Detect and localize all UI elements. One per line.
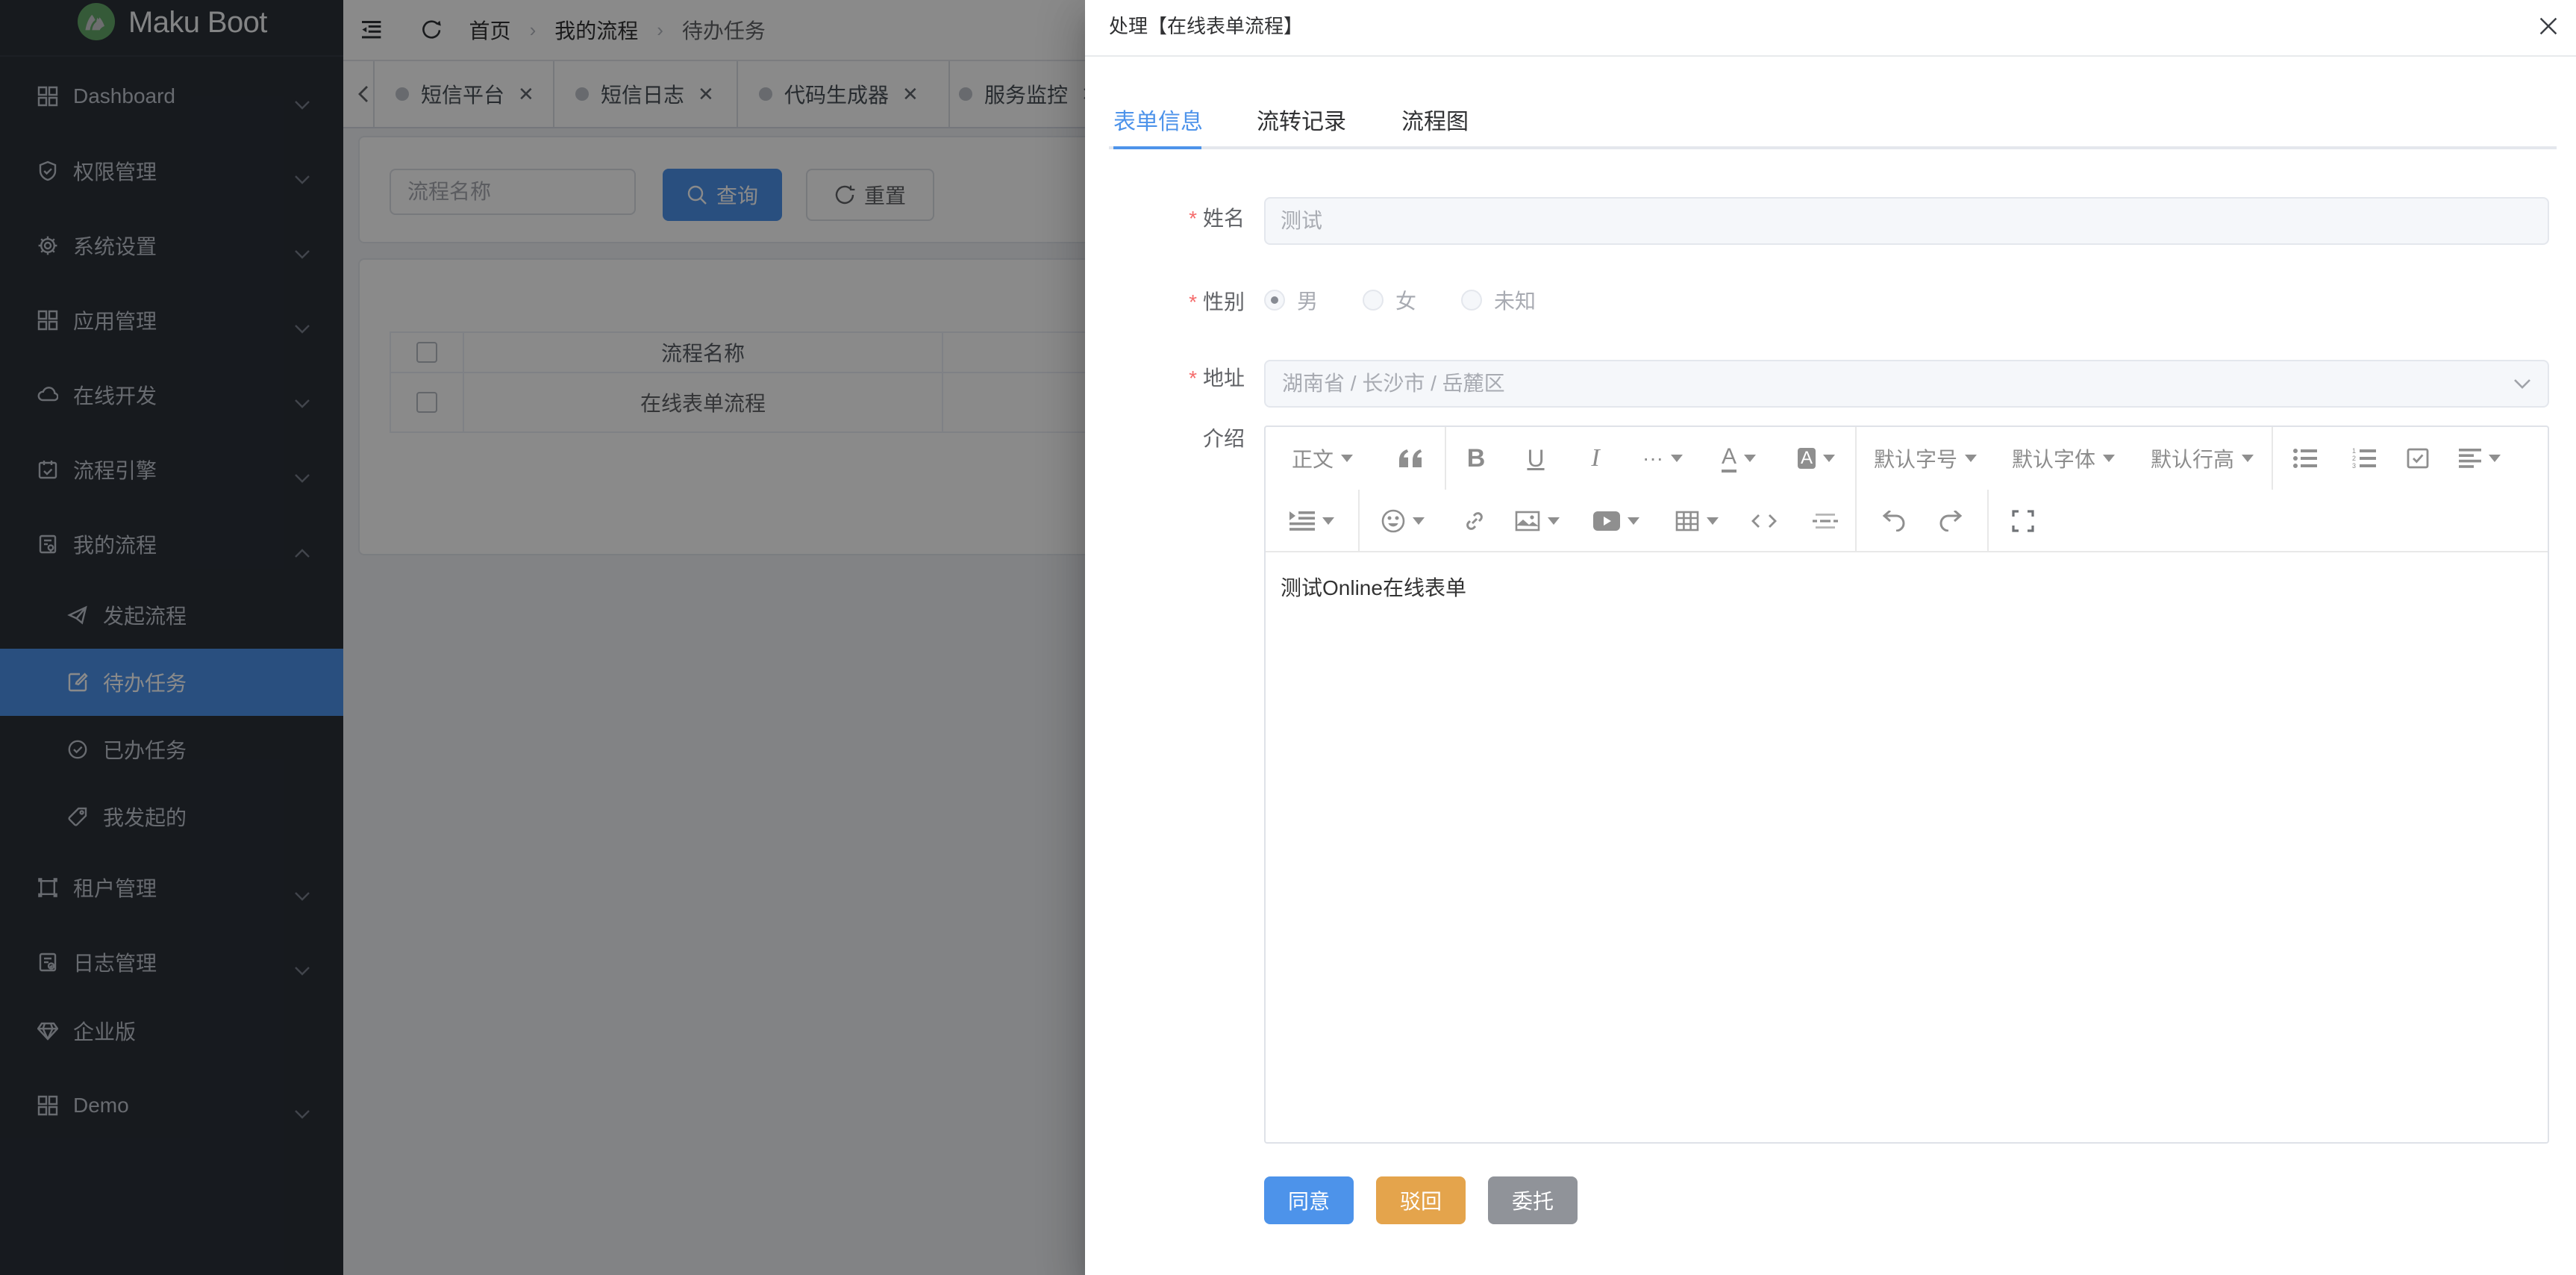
svg-text:1: 1 — [2352, 448, 2356, 455]
svg-text:3: 3 — [2352, 462, 2356, 469]
svg-text:2: 2 — [2352, 455, 2356, 462]
